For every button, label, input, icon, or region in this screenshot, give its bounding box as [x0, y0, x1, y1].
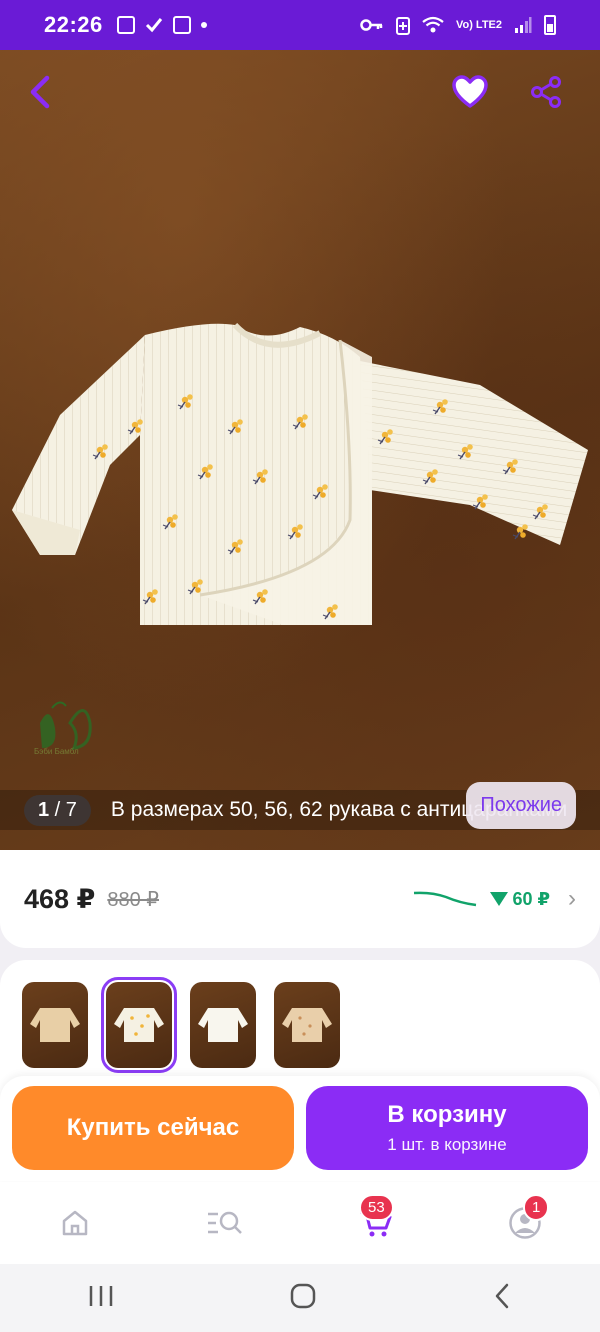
current-price: 468 ₽ — [24, 883, 96, 914]
image-icon — [116, 16, 135, 34]
back-icon — [496, 1283, 509, 1308]
product-gallery[interactable]: Бэби Бамбл 1 / 7 В размерах 50, 56, 62 р… — [0, 50, 600, 850]
nav-home[interactable] — [45, 1193, 105, 1253]
status-time: 22:26 — [44, 12, 103, 37]
chevron-right-icon: › — [568, 885, 576, 912]
thumbnail-image — [30, 1008, 80, 1042]
battery-saver-icon — [395, 17, 410, 35]
recent-apps-icon — [89, 1285, 112, 1306]
home-button[interactable] — [289, 1282, 317, 1315]
system-back-button[interactable] — [492, 1282, 512, 1315]
thumbnail[interactable] — [190, 982, 256, 1068]
recent-apps-button[interactable] — [88, 1284, 114, 1313]
share-icon — [531, 76, 561, 108]
status-notification-icons — [116, 16, 207, 34]
nav-catalog[interactable] — [195, 1193, 255, 1253]
favorite-button[interactable] — [446, 68, 494, 116]
brand-logo-text: Бэби Бамбл — [34, 747, 79, 756]
catalog-search-icon — [208, 1211, 242, 1234]
bottom-navigation: 53 1 — [0, 1182, 600, 1264]
similar-button[interactable]: Похожие — [466, 782, 576, 829]
price-trend[interactable]: 60 ₽ › — [412, 885, 576, 913]
wifi-icon — [422, 16, 444, 33]
network-label: Vo) LTE2 — [455, 19, 502, 31]
purchase-actions: Купить сейчас В корзину 1 шт. в корзине — [0, 1076, 600, 1181]
thumbnail-image — [114, 1008, 164, 1042]
thumbnail-image — [198, 1008, 248, 1042]
thumbnail[interactable] — [274, 982, 340, 1068]
price-section[interactable]: 468 ₽ 880 ₽ 60 ₽ › — [0, 850, 600, 948]
nav-cart[interactable]: 53 — [345, 1193, 405, 1253]
cart-count-badge: 53 — [359, 1194, 394, 1221]
profile-notification-badge: 1 — [523, 1194, 550, 1221]
old-price: 880 ₽ — [107, 888, 159, 911]
system-navigation-bar — [0, 1264, 600, 1332]
thumbnail[interactable] — [22, 982, 88, 1068]
home-icon — [62, 1210, 88, 1236]
signal-icon — [515, 17, 532, 33]
add-to-cart-button[interactable]: В корзину 1 шт. в корзине — [306, 1086, 588, 1170]
cart-status-label: 1 шт. в корзине — [387, 1135, 507, 1154]
check-icon — [145, 18, 162, 33]
key-icon — [360, 19, 383, 31]
chevron-left-icon — [30, 75, 50, 109]
back-button[interactable] — [16, 68, 64, 116]
home-circle-icon — [290, 1283, 316, 1308]
status-bar: 22:26 Vo) LTE2 — [0, 0, 600, 50]
status-system-icons: Vo) LTE2 — [360, 15, 556, 35]
voicemail-icon — [172, 16, 191, 34]
buy-now-button[interactable]: Купить сейчас — [12, 1086, 294, 1170]
thumbnail-active[interactable] — [101, 977, 177, 1073]
price-history-sparkline — [414, 891, 477, 907]
app-screen: 22:26 Vo) LTE2 Бэби Бамбл 1 / 7 В размер… — [0, 0, 600, 1332]
thumbnail-image — [282, 1008, 332, 1042]
heart-icon — [452, 75, 488, 108]
dot-icon — [200, 22, 207, 28]
add-to-cart-label: В корзину — [387, 1101, 507, 1128]
battery-icon — [544, 15, 556, 35]
nav-profile[interactable]: 1 — [495, 1193, 555, 1253]
share-button[interactable] — [522, 68, 570, 116]
thumbnail-strip — [22, 977, 340, 1073]
image-counter: 1 / 7 — [24, 794, 91, 826]
down-arrow-icon — [490, 892, 509, 906]
price-drop: 60 ₽ — [490, 889, 550, 910]
product-image — [12, 322, 588, 625]
